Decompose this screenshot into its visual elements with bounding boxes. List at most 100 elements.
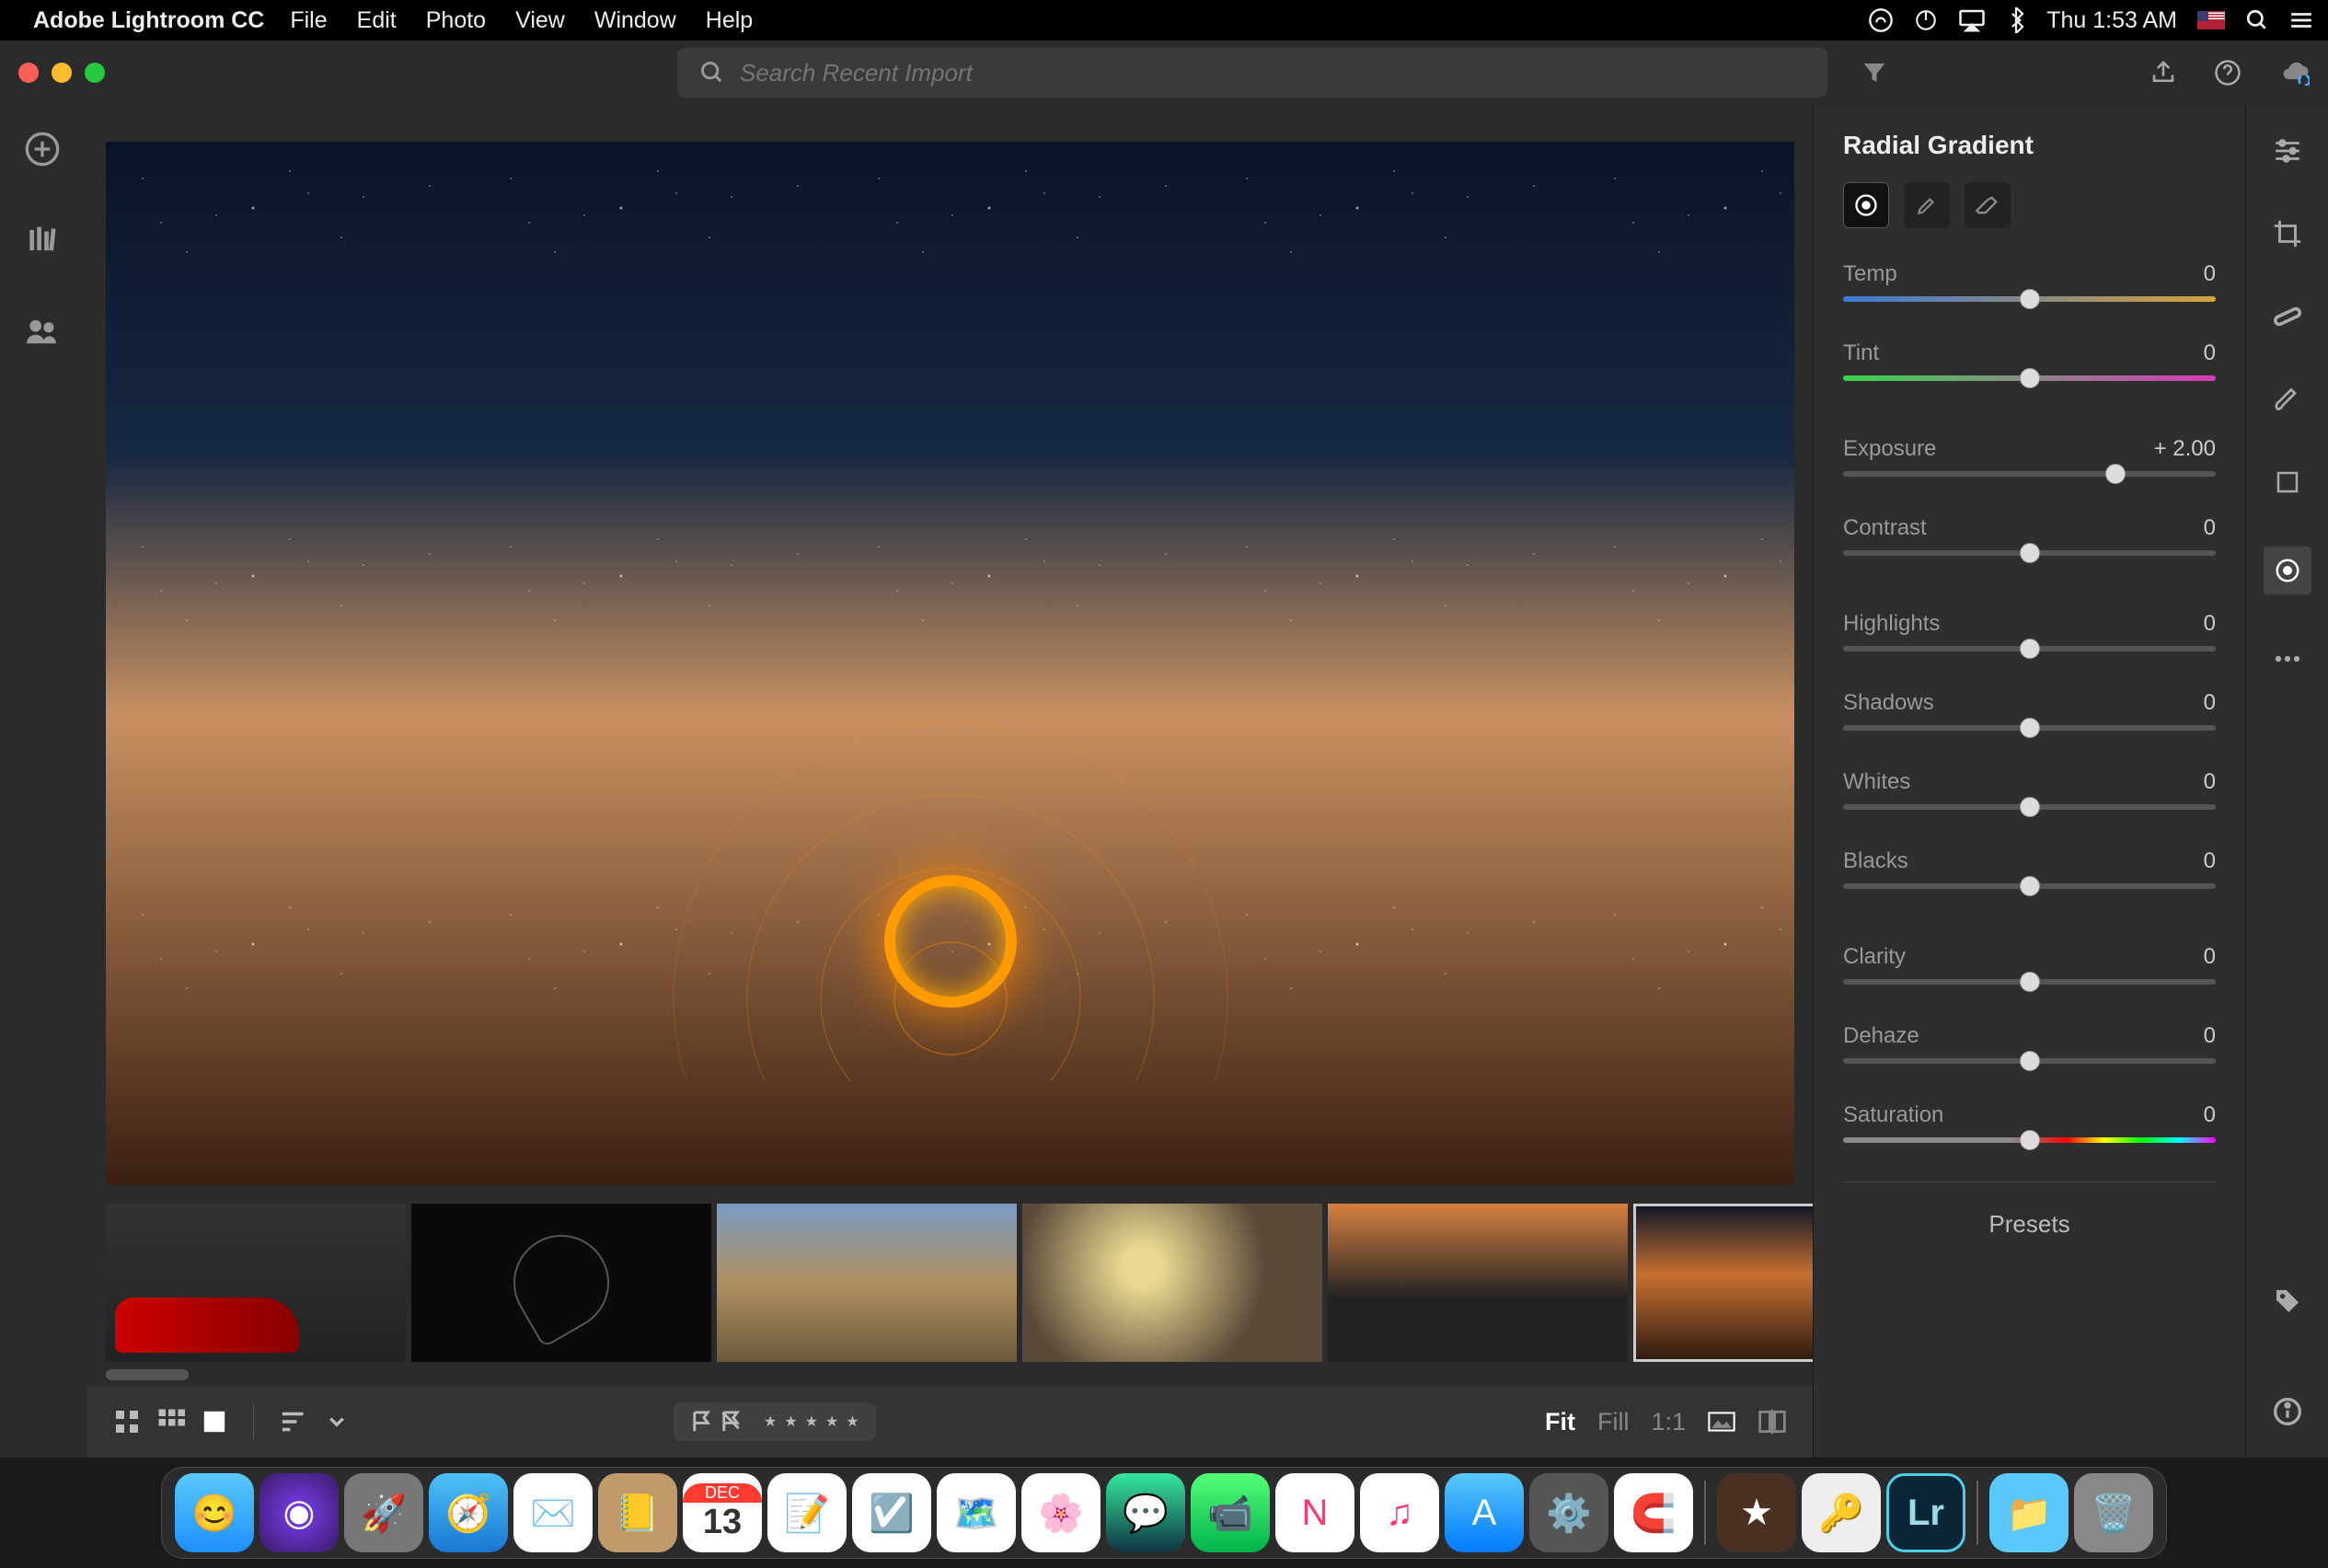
- power-icon[interactable]: [1914, 8, 1938, 32]
- slider-handle[interactable]: [2020, 639, 2040, 659]
- slider-handle[interactable]: [2020, 797, 2040, 817]
- dock-finder[interactable]: 😊: [175, 1473, 254, 1552]
- clock[interactable]: Thu 1:53 AM: [2046, 7, 2177, 34]
- brush-icon[interactable]: [2269, 381, 2306, 418]
- search-input[interactable]: [740, 59, 1805, 87]
- slider-track[interactable]: [1843, 979, 2216, 985]
- radial-mask-icon[interactable]: [1843, 182, 1889, 228]
- star-4-icon[interactable]: ★: [825, 1412, 838, 1431]
- slider-track[interactable]: [1843, 646, 2216, 651]
- spotlight-icon[interactable]: [2245, 8, 2269, 32]
- menu-photo[interactable]: Photo: [426, 7, 486, 34]
- creative-cloud-icon[interactable]: [1868, 7, 1894, 33]
- notification-center-icon[interactable]: [2289, 10, 2313, 30]
- info-icon[interactable]: [2269, 1393, 2306, 1430]
- dock-lightroom[interactable]: Lr: [1886, 1473, 1965, 1552]
- dock-facetime[interactable]: 📹: [1191, 1473, 1270, 1552]
- menu-window[interactable]: Window: [594, 7, 676, 34]
- star-1-icon[interactable]: ★: [764, 1412, 777, 1431]
- flag-pick-icon[interactable]: [690, 1410, 712, 1434]
- keywords-icon[interactable]: [2269, 1283, 2306, 1320]
- brush-add-icon[interactable]: [1904, 182, 1950, 228]
- dock-itunes[interactable]: ♫: [1360, 1473, 1439, 1552]
- dock-news[interactable]: N: [1275, 1473, 1354, 1552]
- eraser-icon[interactable]: [1965, 182, 2011, 228]
- dock-maps[interactable]: 🗺️: [937, 1473, 1016, 1552]
- search-bar[interactable]: [677, 48, 1827, 98]
- grid-large-icon[interactable]: [157, 1408, 185, 1435]
- flag-reject-icon[interactable]: [720, 1410, 742, 1434]
- menu-edit[interactable]: Edit: [357, 7, 397, 34]
- thumbnail[interactable]: [1328, 1204, 1628, 1362]
- slider-track[interactable]: [1843, 471, 2216, 477]
- photo-canvas[interactable]: [106, 142, 1794, 1185]
- single-view-icon[interactable]: [202, 1409, 227, 1435]
- slider-handle[interactable]: [2020, 718, 2040, 738]
- dock-reminders[interactable]: ☑️: [852, 1473, 931, 1552]
- star-3-icon[interactable]: ★: [805, 1412, 818, 1431]
- close-button[interactable]: [18, 63, 39, 83]
- crop-icon[interactable]: [2269, 215, 2306, 252]
- star-2-icon[interactable]: ★: [784, 1412, 797, 1431]
- presets-button[interactable]: Presets: [1843, 1182, 2216, 1239]
- zoom-1to1[interactable]: 1:1: [1651, 1408, 1686, 1436]
- share-icon[interactable]: [2149, 59, 2177, 86]
- dock-launchpad[interactable]: 🚀: [344, 1473, 423, 1552]
- dock-appstore[interactable]: A: [1445, 1473, 1524, 1552]
- slider-track[interactable]: [1843, 550, 2216, 556]
- dock-calendar[interactable]: DEC13: [683, 1473, 762, 1552]
- slider-track[interactable]: [1843, 375, 2216, 381]
- slider-track[interactable]: [1843, 725, 2216, 731]
- slider-track[interactable]: [1843, 1137, 2216, 1143]
- show-original-icon[interactable]: [1708, 1411, 1735, 1433]
- dock-trash[interactable]: 🗑️: [2074, 1473, 2153, 1552]
- filter-icon[interactable]: [1861, 59, 1888, 86]
- dock-photos[interactable]: 🌸: [1021, 1473, 1101, 1552]
- more-icon[interactable]: [2269, 640, 2306, 677]
- my-photos-icon[interactable]: [24, 223, 64, 263]
- menu-file[interactable]: File: [290, 7, 327, 34]
- menu-view[interactable]: View: [515, 7, 565, 34]
- dock-magnet[interactable]: 🧲: [1614, 1473, 1693, 1552]
- bluetooth-icon[interactable]: [2006, 7, 2026, 33]
- thumbnail[interactable]: [1022, 1204, 1322, 1362]
- slider-handle[interactable]: [2020, 972, 2040, 992]
- zoom-fit[interactable]: Fit: [1545, 1408, 1575, 1436]
- dock-notes[interactable]: 📝: [767, 1473, 847, 1552]
- thumbnail[interactable]: [411, 1204, 711, 1362]
- cloud-sync-icon[interactable]: [2278, 60, 2310, 86]
- slider-track[interactable]: [1843, 1058, 2216, 1064]
- dock-mail[interactable]: ✉️: [513, 1473, 593, 1552]
- thumbnail-selected[interactable]: [1633, 1204, 1813, 1362]
- airplay-icon[interactable]: [1958, 8, 1986, 32]
- grid-small-icon[interactable]: [113, 1408, 141, 1435]
- slider-handle[interactable]: [2020, 543, 2040, 563]
- dock-imovie[interactable]: ★: [1717, 1473, 1796, 1552]
- slider-handle[interactable]: [2020, 1130, 2040, 1150]
- sort-icon[interactable]: [280, 1410, 311, 1434]
- thumbnail[interactable]: [717, 1204, 1017, 1362]
- linear-gradient-icon[interactable]: [2269, 464, 2306, 501]
- fullscreen-button[interactable]: [85, 63, 105, 83]
- dock-downloads[interactable]: 📁: [1989, 1473, 2069, 1552]
- input-source-flag-icon[interactable]: [2197, 11, 2225, 29]
- zoom-fill[interactable]: Fill: [1597, 1408, 1630, 1436]
- slider-track[interactable]: [1843, 883, 2216, 889]
- edit-sliders-icon[interactable]: [2269, 133, 2306, 169]
- filmstrip-scrollbar[interactable]: [106, 1369, 1794, 1382]
- slider-handle[interactable]: [2105, 464, 2126, 484]
- compare-icon[interactable]: [1758, 1409, 1787, 1435]
- add-photos-button[interactable]: [24, 131, 64, 171]
- radial-gradient-icon[interactable]: [2264, 547, 2311, 594]
- thumbnail[interactable]: [106, 1204, 406, 1362]
- slider-handle[interactable]: [2020, 289, 2040, 309]
- dock-contacts[interactable]: 📒: [598, 1473, 677, 1552]
- dock-safari[interactable]: 🧭: [429, 1473, 508, 1552]
- app-name[interactable]: Adobe Lightroom CC: [33, 7, 264, 34]
- dock-1password[interactable]: 🔑: [1802, 1473, 1881, 1552]
- menu-help[interactable]: Help: [706, 7, 753, 34]
- slider-handle[interactable]: [2020, 876, 2040, 896]
- star-5-icon[interactable]: ★: [846, 1412, 859, 1431]
- sort-dropdown-icon[interactable]: [328, 1412, 346, 1431]
- dock-preferences[interactable]: ⚙️: [1529, 1473, 1608, 1552]
